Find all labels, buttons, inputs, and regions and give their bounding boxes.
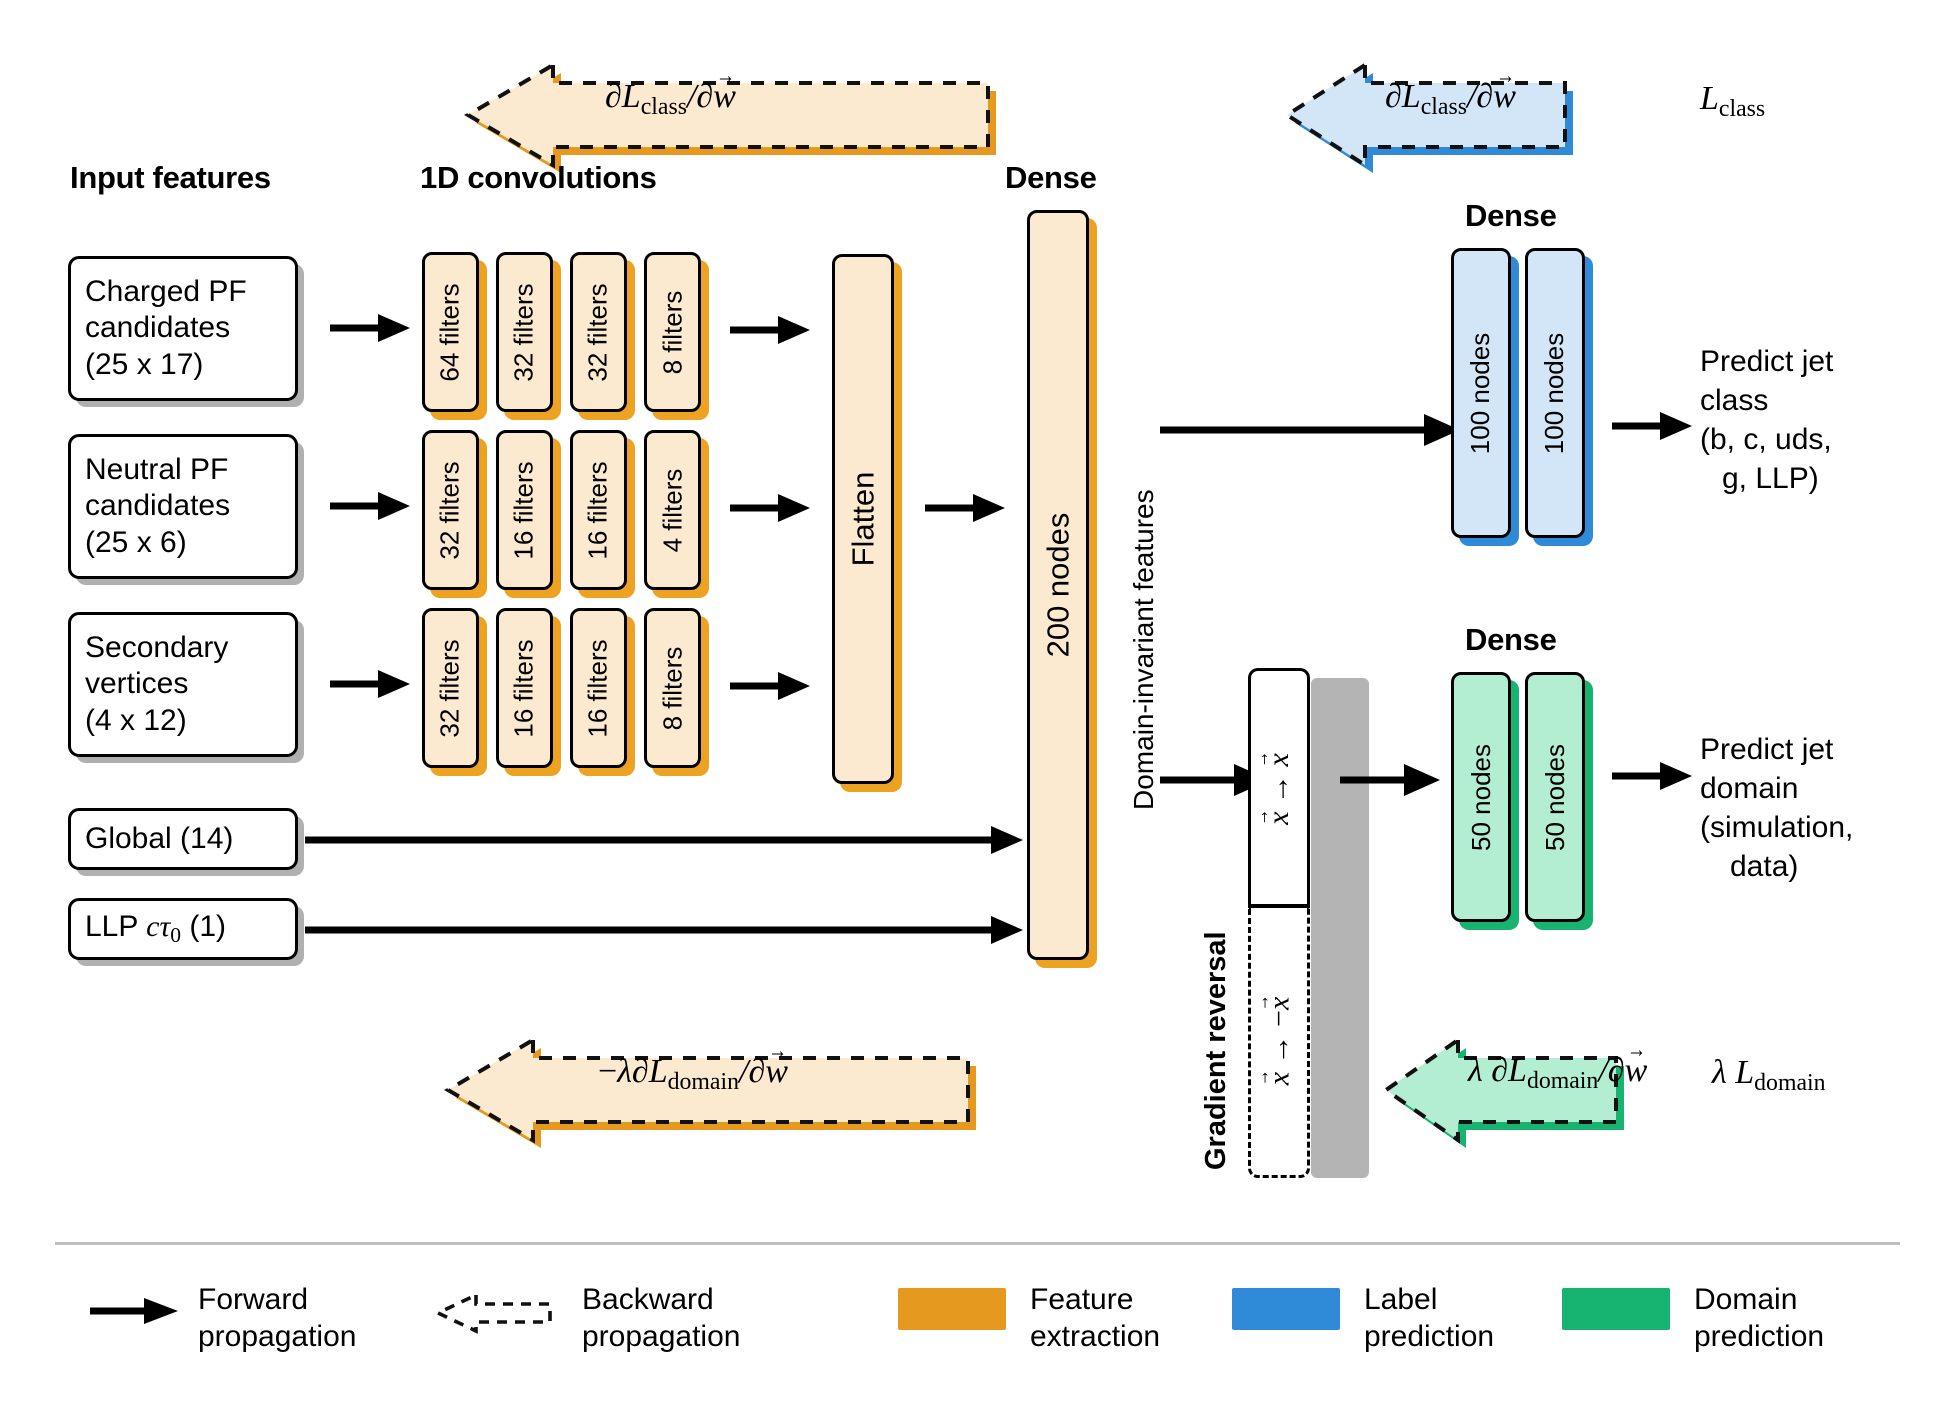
label-prediction-swatch-icon — [1232, 1288, 1340, 1330]
domain-invariant-features-label: Domain-invariant features — [1128, 489, 1159, 810]
conv-block-label: 32 filters — [435, 460, 466, 560]
gradient-reversal-backward-expr: x → −x — [1262, 996, 1296, 1085]
conv-block-label: 32 filters — [583, 282, 614, 382]
dense-main-block[interactable]: 200 nodes — [1027, 210, 1089, 960]
predict-jet-class-text: Predict jet class (b, c, uds, g, LLP) — [1700, 345, 1834, 495]
loss-class-label: Lclass — [1700, 80, 1766, 123]
arrow-flatten-to-dense — [925, 494, 1005, 522]
conv-block-vertices-4[interactable]: 8 filters — [644, 608, 701, 768]
input-box-neutral-pf[interactable]: Neutral PF candidates (25 x 6) — [68, 434, 298, 579]
header-dense-domain: Dense — [1465, 622, 1557, 657]
dense-domain-label: 50 nodes — [1465, 743, 1496, 851]
predict-jet-domain-text: Predict jet domain (simulation, data) — [1700, 733, 1854, 883]
backward-label-domain-gradient: λ ∂Ldomain/∂w — [1468, 1052, 1647, 1095]
conv-block-neutral-4[interactable]: 4 filters — [644, 430, 701, 590]
dense-class-block-1[interactable]: 100 nodes — [1451, 248, 1511, 538]
legend-domain-prediction-text: Domain prediction — [1694, 1283, 1825, 1353]
input-box-llp-ctau[interactable]: LLP cτ0 (1) — [68, 898, 298, 960]
arrow-llp-to-dense — [305, 916, 1023, 944]
conv-block-label: 16 filters — [583, 460, 614, 560]
legend-feature-extraction-text: Feature extraction — [1030, 1283, 1161, 1353]
arrow-conv2-to-flatten — [730, 494, 810, 522]
conv-block-label: 8 filters — [657, 646, 687, 730]
loss-domain-label: λ Ldomain — [1712, 1054, 1826, 1097]
legend-label-prediction-text: Label prediction — [1364, 1283, 1495, 1353]
feature-extraction-swatch-icon — [898, 1288, 1006, 1330]
legend-backward-propagation-text: Backward propagation — [582, 1283, 741, 1353]
arrow-neutral-to-conv — [330, 492, 410, 520]
conv-block-neutral-1[interactable]: 32 filters — [422, 430, 479, 590]
dense-class-block-2[interactable]: 100 nodes — [1525, 248, 1585, 538]
dashed-arrow-icon — [433, 1292, 552, 1334]
conv-block-charged-3[interactable]: 32 filters — [570, 252, 627, 412]
conv-block-label: 16 filters — [509, 460, 540, 560]
input-box-neutral-pf-text: Neutral PF candidates (25 x 6) — [85, 452, 231, 559]
backward-arrow-domain-feature — [444, 1036, 976, 1148]
solid-arrow-icon — [90, 1298, 178, 1324]
dense-domain-block-1[interactable]: 50 nodes — [1451, 672, 1511, 922]
input-box-secondary-vertices[interactable]: Secondary vertices (4 x 12) — [68, 612, 298, 757]
arrow-conv3-to-flatten — [730, 672, 810, 700]
arrow-dense-to-class-branch — [1160, 414, 1460, 446]
conv-block-label: 16 filters — [509, 638, 540, 738]
input-box-llp-ctau-text: LLP cτ0 (1) — [85, 910, 227, 948]
legend-divider — [55, 1242, 1900, 1245]
arrow-charged-to-conv — [330, 314, 410, 342]
flatten-label: Flatten — [845, 471, 880, 567]
dense-class-label: 100 nodes — [1465, 332, 1496, 454]
arrow-vertices-to-conv — [330, 670, 410, 698]
dense-domain-label: 50 nodes — [1539, 743, 1570, 851]
gradient-reversal-forward[interactable]: x → x — [1248, 668, 1310, 906]
input-box-global[interactable]: Global (14) — [68, 808, 298, 870]
arrow-global-to-dense — [305, 826, 1023, 854]
header-dense-main: Dense — [1005, 160, 1097, 195]
gradient-reversal-forward-expr: x → x — [1262, 753, 1296, 825]
arrow-class-to-output — [1612, 412, 1692, 440]
backward-arrow-class-feature — [464, 61, 996, 173]
conv-block-vertices-3[interactable]: 16 filters — [570, 608, 627, 768]
conv-block-label: 4 filters — [657, 468, 687, 552]
diagram-canvas: ∂Lclass/∂w ∂Lclass/∂w Lclass Input featu… — [0, 0, 1934, 1428]
input-box-charged-pf-text: Charged PF candidates (25 x 17) — [85, 274, 247, 381]
conv-block-vertices-1[interactable]: 32 filters — [422, 608, 479, 768]
flatten-block[interactable]: Flatten — [832, 254, 894, 784]
dense-main-label: 200 nodes — [1040, 512, 1075, 658]
conv-block-charged-1[interactable]: 64 filters — [422, 252, 479, 412]
arrow-conv1-to-flatten — [730, 316, 810, 344]
conv-block-neutral-2[interactable]: 16 filters — [496, 430, 553, 590]
gradient-reversal-divider — [1248, 904, 1310, 908]
input-box-secondary-vertices-text: Secondary vertices (4 x 12) — [85, 630, 229, 737]
gradient-reversal-shadow — [1311, 678, 1369, 1178]
conv-block-label: 32 filters — [509, 282, 540, 382]
input-box-global-text: Global (14) — [85, 821, 234, 855]
conv-block-charged-4[interactable]: 8 filters — [644, 252, 701, 412]
backward-label-domain-feature: −λ∂Ldomain/∂w — [598, 1053, 788, 1096]
header-1d-convolutions: 1D convolutions — [420, 160, 657, 195]
backward-label-class-feature: ∂Lclass/∂w — [605, 78, 736, 121]
arrow-gradrev-to-domain-branch — [1340, 764, 1440, 796]
conv-block-label: 16 filters — [583, 638, 614, 738]
gradient-reversal-backward[interactable]: x → −x — [1248, 906, 1310, 1178]
conv-block-label: 8 filters — [657, 290, 687, 374]
dense-class-label: 100 nodes — [1539, 332, 1570, 454]
conv-block-label: 64 filters — [435, 282, 466, 382]
conv-block-vertices-2[interactable]: 16 filters — [496, 608, 553, 768]
conv-block-neutral-3[interactable]: 16 filters — [570, 430, 627, 590]
arrow-domain-to-output — [1612, 762, 1692, 790]
dense-domain-block-2[interactable]: 50 nodes — [1525, 672, 1585, 922]
conv-block-label: 32 filters — [435, 638, 466, 738]
header-dense-class: Dense — [1465, 198, 1557, 233]
domain-prediction-swatch-icon — [1562, 1288, 1670, 1330]
legend-forward-propagation-text: Forward propagation — [198, 1283, 357, 1353]
conv-block-charged-2[interactable]: 32 filters — [496, 252, 553, 412]
header-input-features: Input features — [70, 160, 271, 195]
input-box-charged-pf[interactable]: Charged PF candidates (25 x 17) — [68, 256, 298, 401]
backward-label-class-prediction: ∂Lclass/∂w — [1385, 78, 1516, 121]
